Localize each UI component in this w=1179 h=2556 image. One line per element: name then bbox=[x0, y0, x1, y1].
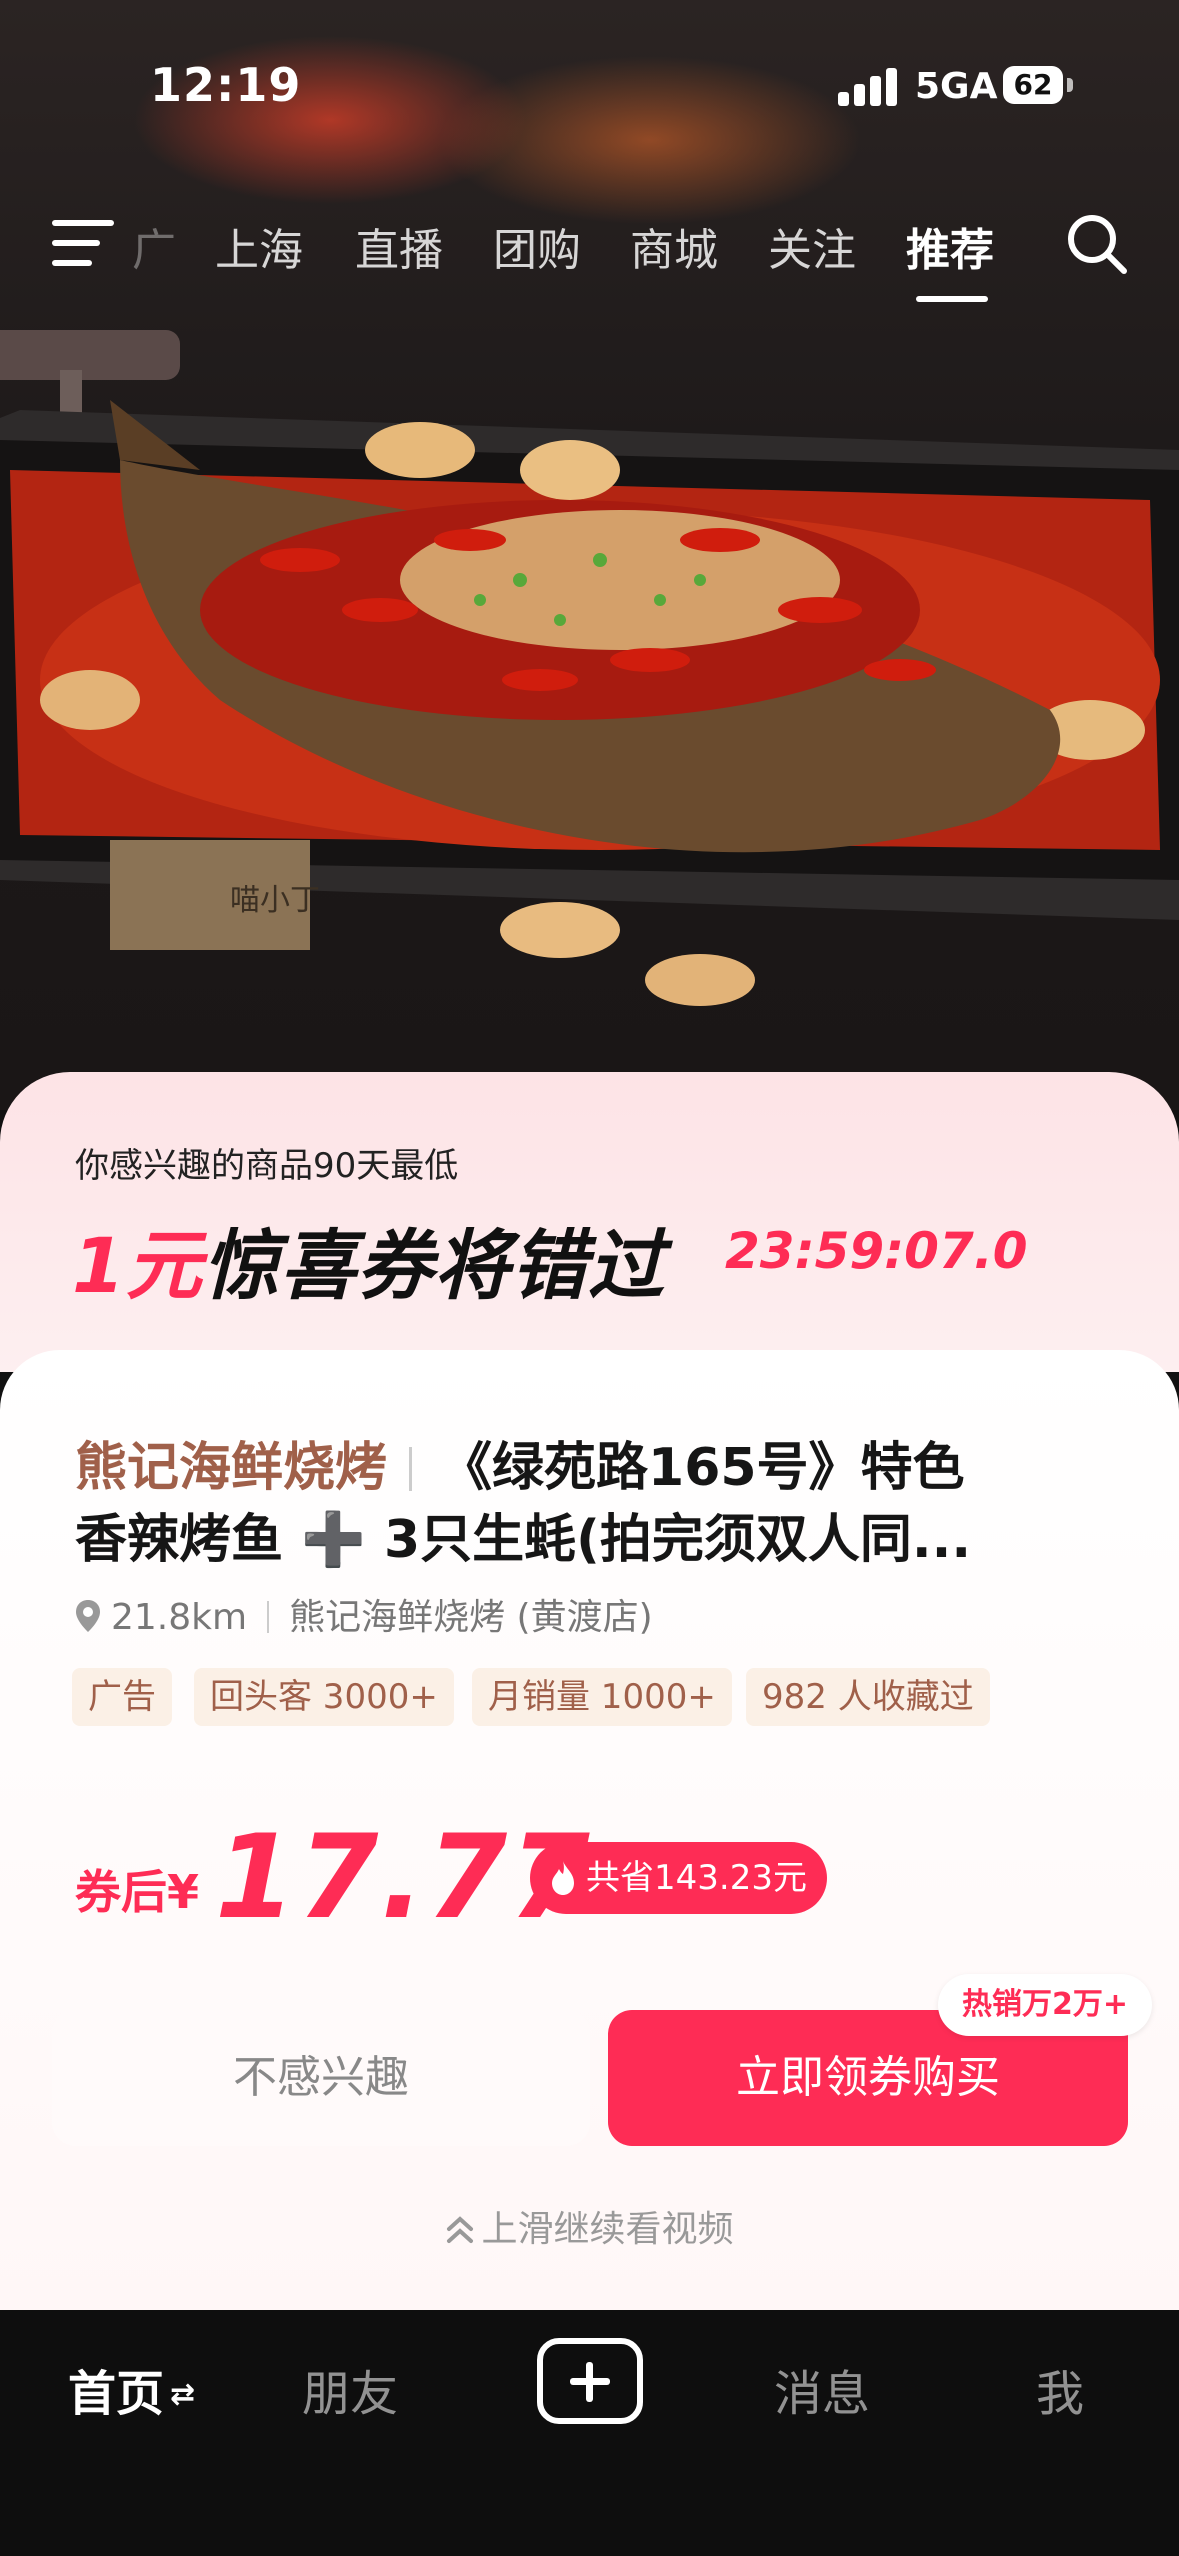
top-nav: 广 上海 直播 团购 商城 关注 推荐 bbox=[0, 200, 1179, 310]
product-card: 熊记海鲜烧烤 《绿苑路165号》特色 香辣烤鱼 ➕ 3只生蚝(拍完须双人同... … bbox=[0, 1350, 1179, 2310]
promo-title-highlight: 1元 bbox=[72, 1221, 203, 1310]
price-label: 券后¥ bbox=[75, 1865, 200, 1919]
distance: 21.8km bbox=[111, 1597, 248, 1638]
product-title[interactable]: 熊记海鲜烧烤 《绿苑路165号》特色 香辣烤鱼 ➕ 3只生蚝(拍完须双人同... bbox=[75, 1432, 1115, 1576]
tab-group-buy[interactable]: 团购 bbox=[493, 214, 581, 278]
menu-icon[interactable] bbox=[52, 218, 114, 268]
tag-favorites: 982 人收藏过 bbox=[746, 1668, 990, 1726]
tag-repeat-customers: 回头客 3000+ bbox=[194, 1668, 454, 1726]
product-title-line1: 《绿苑路165号》特色 bbox=[440, 1438, 965, 1498]
title-divider bbox=[409, 1447, 413, 1491]
battery-icon: 62 bbox=[1003, 66, 1063, 104]
savings-badge: 共省143.23元 bbox=[530, 1842, 827, 1914]
search-icon[interactable] bbox=[1065, 212, 1129, 276]
tab-me[interactable]: 我 bbox=[1036, 2354, 1084, 2424]
tag-ad: 广告 bbox=[72, 1668, 172, 1726]
flame-icon bbox=[552, 1861, 574, 1895]
create-plus-icon[interactable] bbox=[537, 2338, 643, 2424]
swap-arrows-icon: ⇄ bbox=[170, 2377, 196, 2412]
tab-live[interactable]: 直播 bbox=[355, 214, 443, 278]
tag-monthly-sales: 月销量 1000+ bbox=[472, 1668, 732, 1726]
tab-recommended[interactable]: 推荐 bbox=[906, 214, 994, 278]
cellular-signal-icon bbox=[838, 66, 898, 106]
tab-messages[interactable]: 消息 bbox=[774, 2354, 870, 2424]
tab-following[interactable]: 关注 bbox=[768, 214, 856, 278]
clock: 12:19 bbox=[150, 58, 302, 112]
active-tab-indicator bbox=[916, 296, 988, 302]
countdown-timer: 23:59:07.0 bbox=[725, 1222, 1028, 1280]
tab-friends[interactable]: 朋友 bbox=[302, 2354, 398, 2424]
plate-label: 喵小丁 bbox=[230, 883, 320, 918]
store-name: 熊记海鲜烧烤 (黄渡店) bbox=[289, 1597, 653, 1638]
promo-title: 1元惊喜券将错过 bbox=[72, 1204, 665, 1314]
swipe-up-hint[interactable]: 上滑继续看视频 bbox=[0, 2200, 1179, 2252]
store-meta[interactable]: 21.8km 熊记海鲜烧烤 (黄渡店) bbox=[75, 1588, 653, 1640]
meta-divider bbox=[267, 1601, 270, 1633]
bottom-tab-bar: 首页 ⇄ 朋友 消息 我 bbox=[0, 2310, 1179, 2556]
tab-shanghai[interactable]: 上海 bbox=[215, 214, 303, 278]
battery-tip bbox=[1067, 78, 1073, 92]
promo-title-rest: 惊喜券将错过 bbox=[202, 1221, 665, 1310]
swipe-hint-text: 上滑继续看视频 bbox=[481, 2209, 734, 2250]
double-chevron-up-icon bbox=[447, 2216, 474, 2243]
tab-mall[interactable]: 商城 bbox=[630, 214, 718, 278]
hot-sales-badge: 热销万2万+ bbox=[938, 1974, 1153, 2036]
grilled-fish-image: 喵小丁 bbox=[0, 330, 1179, 1006]
tab-local-partial[interactable]: 广 bbox=[132, 214, 176, 278]
savings-text: 共省143.23元 bbox=[586, 1858, 807, 1898]
status-bar: 12:19 5GA 62 bbox=[0, 0, 1179, 150]
video-hero[interactable]: 喵小丁 12:19 5GA 62 广 上海 直播 团购 商城 关注 推荐 bbox=[0, 0, 1179, 1110]
shop-name: 熊记海鲜烧烤 bbox=[75, 1438, 388, 1498]
tab-home-label: 首页 bbox=[68, 2366, 165, 2422]
promo-subtitle: 你感兴趣的商品90天最低 bbox=[75, 1146, 459, 1186]
location-pin-icon bbox=[76, 1600, 100, 1632]
promo-banner[interactable]: 你感兴趣的商品90天最低 1元惊喜券将错过 23:59:07.0 bbox=[0, 1072, 1179, 1372]
not-interested-button[interactable]: 不感兴趣 bbox=[52, 2010, 590, 2146]
network-type: 5GA bbox=[915, 66, 998, 107]
product-title-line2: 香辣烤鱼 ➕ 3只生蚝(拍完须双人同... bbox=[75, 1510, 972, 1570]
tab-home[interactable]: 首页 ⇄ bbox=[68, 2354, 195, 2424]
